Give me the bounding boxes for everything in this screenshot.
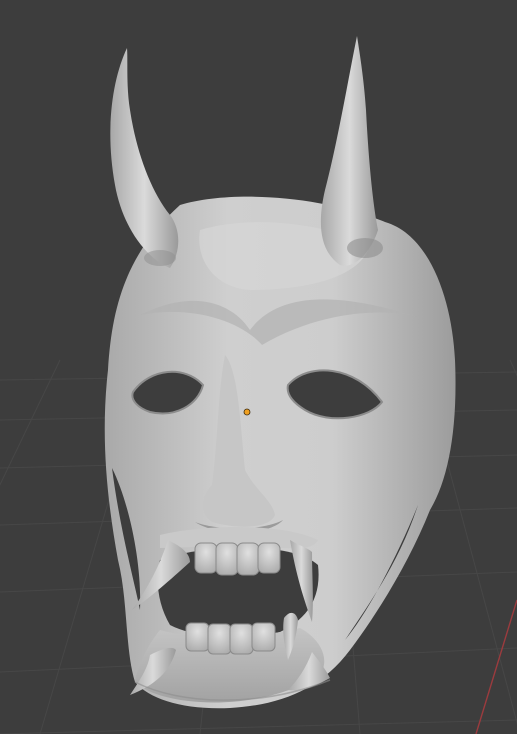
left-horn: [110, 48, 179, 268]
upper-tooth: [215, 542, 239, 576]
right-horn: [320, 36, 378, 266]
lower-tooth: [251, 622, 276, 652]
mask-object[interactable]: [104, 36, 456, 709]
upper-tooth: [236, 542, 260, 576]
lower-tooth: [207, 623, 232, 655]
upper-teeth: [194, 542, 281, 576]
object-origin-marker[interactable]: [243, 408, 251, 416]
lower-tooth: [185, 622, 210, 652]
right-horn-base-shadow: [347, 238, 383, 258]
upper-tooth: [194, 542, 218, 574]
3d-viewport[interactable]: [0, 0, 517, 734]
lower-tooth: [229, 623, 254, 655]
left-horn-base-shadow: [144, 250, 176, 266]
lower-teeth: [185, 622, 276, 655]
viewport-canvas[interactable]: [0, 0, 517, 734]
upper-tooth: [257, 542, 281, 574]
x-axis-line: [475, 599, 517, 734]
